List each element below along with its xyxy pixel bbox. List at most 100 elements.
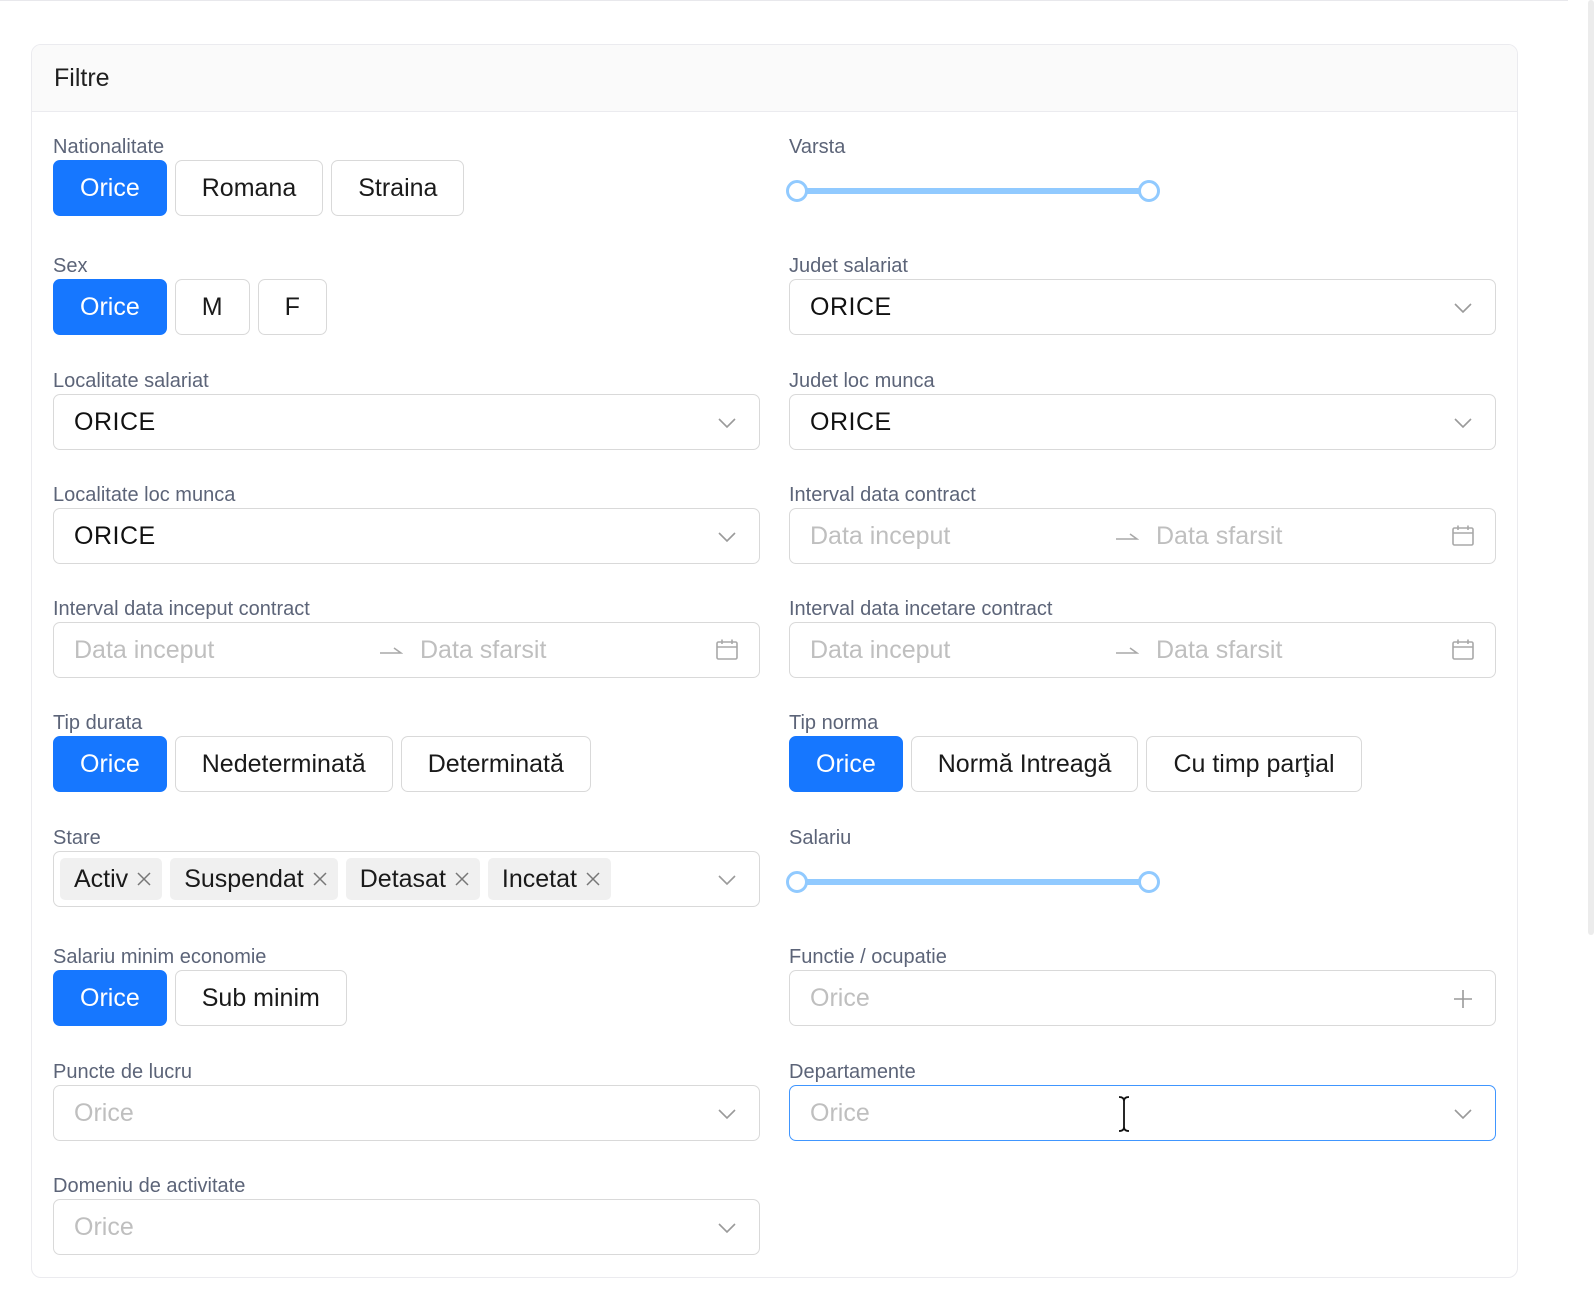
label-judet-loc-munca: Judet loc munca xyxy=(789,370,935,392)
judet-loc-munca-select[interactable]: ORICE xyxy=(789,394,1496,450)
puncte-de-lucru-placeholder: Orice xyxy=(74,1098,134,1127)
field-stare: Stare Activ Suspendat Detasat Incetat xyxy=(53,827,760,909)
sex-option-orice[interactable]: Orice xyxy=(53,279,167,335)
text-cursor-icon xyxy=(1118,1095,1130,1133)
close-icon[interactable] xyxy=(585,871,601,887)
localitate-salariat-select[interactable]: ORICE xyxy=(53,394,760,450)
label-localitate-loc-munca: Localitate loc munca xyxy=(53,484,236,506)
sex-option-m[interactable]: M xyxy=(174,279,250,335)
field-judet-loc-munca: Judet loc munca ORICE xyxy=(789,370,1496,452)
arrow-right-icon xyxy=(380,647,403,654)
tip-durata-option-orice[interactable]: Orice xyxy=(53,736,167,792)
field-judet-salariat: Judet salariat ORICE xyxy=(789,255,1496,337)
field-salariu: Salariu xyxy=(786,827,1496,909)
interval-data-inceput-contract-picker[interactable]: Data inceput Data sfarsit xyxy=(53,622,760,678)
label-interval-data-incetare-contract: Interval data incetare contract xyxy=(789,598,1053,620)
salariu-slider-max-handle[interactable] xyxy=(1138,871,1160,893)
salariu-minim-option-orice[interactable]: Orice xyxy=(53,970,167,1026)
calendar-icon xyxy=(1452,639,1474,660)
card-title: Filtre xyxy=(32,45,1517,112)
close-icon[interactable] xyxy=(136,871,152,887)
salariu-slider-min-handle[interactable] xyxy=(786,871,808,893)
stare-tags: Activ Suspendat Detasat Incetat xyxy=(60,858,611,900)
label-stare: Stare xyxy=(53,827,101,849)
field-interval-data-contract: Interval data contract Data inceput Data… xyxy=(789,484,1496,566)
stare-tag: Activ xyxy=(60,858,163,900)
field-interval-data-inceput-contract: Interval data inceput contract Data ince… xyxy=(53,598,760,680)
label-puncte-de-lucru: Puncte de lucru xyxy=(53,1061,192,1083)
label-sex: Sex xyxy=(53,255,88,277)
judet-salariat-value: ORICE xyxy=(810,292,892,321)
interval-data-incetare-contract-start-input[interactable]: Data inceput xyxy=(810,623,950,677)
judet-salariat-select[interactable]: ORICE xyxy=(789,279,1496,335)
tip-durata-option-nedeterminata[interactable]: Nedeterminată xyxy=(174,736,393,792)
label-tip-durata: Tip durata xyxy=(53,712,143,734)
field-nationalitate: Nationalitate Orice Romana Straina xyxy=(53,136,553,218)
field-departamente: Departamente Orice xyxy=(789,1061,1496,1143)
nationalitate-segmented: Orice Romana Straina xyxy=(53,160,465,216)
salariu-minim-segmented: Orice Sub minim xyxy=(53,970,347,1026)
interval-data-incetare-contract-picker[interactable]: Data inceput Data sfarsit xyxy=(789,622,1496,678)
localitate-loc-munca-value: ORICE xyxy=(74,521,156,550)
sex-option-f[interactable]: F xyxy=(257,279,327,335)
calendar-icon xyxy=(1452,525,1474,546)
plus-icon[interactable] xyxy=(1453,989,1473,1009)
label-interval-data-inceput-contract: Interval data inceput contract xyxy=(53,598,310,620)
label-domeniu-de-activitate: Domeniu de activitate xyxy=(53,1175,246,1197)
stare-multiselect[interactable]: Activ Suspendat Detasat Incetat xyxy=(53,851,760,907)
field-interval-data-incetare-contract: Interval data incetare contract Data inc… xyxy=(789,598,1496,680)
localitate-loc-munca-select[interactable]: ORICE xyxy=(53,508,760,564)
field-domeniu-de-activitate: Domeniu de activitate Orice xyxy=(53,1175,760,1257)
interval-data-inceput-contract-start-input[interactable]: Data inceput xyxy=(74,623,214,677)
salariu-slider[interactable] xyxy=(786,868,1162,898)
field-functie-ocupatie: Functie / ocupatie Orice xyxy=(789,946,1496,1028)
label-functie-ocupatie: Functie / ocupatie xyxy=(789,946,947,968)
tip-norma-option-norma-intreaga[interactable]: Normă Intreagă xyxy=(910,736,1139,792)
departamente-placeholder: Orice xyxy=(810,1098,870,1127)
interval-data-incetare-contract-end-input[interactable]: Data sfarsit xyxy=(1156,623,1282,677)
calendar-icon xyxy=(716,639,738,660)
tip-norma-option-orice[interactable]: Orice xyxy=(789,736,903,792)
tip-norma-option-cu-timp-partial[interactable]: Cu timp parţial xyxy=(1146,736,1362,792)
interval-data-contract-picker[interactable]: Data inceput Data sfarsit xyxy=(789,508,1496,564)
field-salariu-minim-economie: Salariu minim economie Orice Sub minim xyxy=(53,946,760,1028)
arrow-right-icon xyxy=(1116,647,1139,654)
stare-tag-label: Activ xyxy=(74,864,129,893)
departamente-select[interactable]: Orice xyxy=(789,1085,1496,1141)
varsta-slider-min-handle[interactable] xyxy=(786,180,808,202)
tip-durata-segmented: Orice Nedeterminată Determinată xyxy=(53,736,591,792)
interval-data-contract-end-input[interactable]: Data sfarsit xyxy=(1156,509,1282,563)
salariu-minim-option-sub-minim[interactable]: Sub minim xyxy=(174,970,347,1026)
field-varsta: Varsta xyxy=(786,136,1496,218)
puncte-de-lucru-select[interactable]: Orice xyxy=(53,1085,760,1141)
field-localitate-loc-munca: Localitate loc munca ORICE xyxy=(53,484,760,566)
nationalitate-option-romana[interactable]: Romana xyxy=(174,160,324,216)
tip-durata-option-determinata[interactable]: Determinată xyxy=(400,736,591,792)
stare-tag-label: Detasat xyxy=(359,864,446,893)
domeniu-de-activitate-select[interactable]: Orice xyxy=(53,1199,760,1255)
chevron-down-icon xyxy=(1454,418,1472,429)
top-divider xyxy=(0,0,1568,1)
chevron-down-icon xyxy=(718,875,736,886)
vertical-scrollbar[interactable] xyxy=(1586,0,1596,1310)
interval-data-inceput-contract-end-input[interactable]: Data sfarsit xyxy=(420,623,546,677)
stare-tag: Suspendat xyxy=(170,858,338,900)
varsta-slider-max-handle[interactable] xyxy=(1138,180,1160,202)
close-icon[interactable] xyxy=(454,871,470,887)
close-icon[interactable] xyxy=(312,871,328,887)
label-salariu-minim-economie: Salariu minim economie xyxy=(53,946,267,968)
judet-loc-munca-value: ORICE xyxy=(810,407,892,436)
stare-tag: Detasat xyxy=(345,858,480,900)
nationalitate-option-straina[interactable]: Straina xyxy=(331,160,465,216)
sex-segmented: Orice M F xyxy=(53,279,327,335)
functie-ocupatie-placeholder: Orice xyxy=(810,983,870,1012)
varsta-slider-track xyxy=(796,188,1151,194)
tip-norma-segmented: Orice Normă Intreagă Cu timp parţial xyxy=(789,736,1362,792)
scrollbar-thumb[interactable] xyxy=(1588,0,1594,935)
functie-ocupatie-input[interactable]: Orice xyxy=(789,970,1496,1026)
varsta-slider[interactable] xyxy=(786,177,1162,207)
arrow-right-icon xyxy=(1116,533,1139,540)
nationalitate-option-orice[interactable]: Orice xyxy=(53,160,167,216)
chevron-down-icon xyxy=(718,1223,736,1234)
interval-data-contract-start-input[interactable]: Data inceput xyxy=(810,509,950,563)
